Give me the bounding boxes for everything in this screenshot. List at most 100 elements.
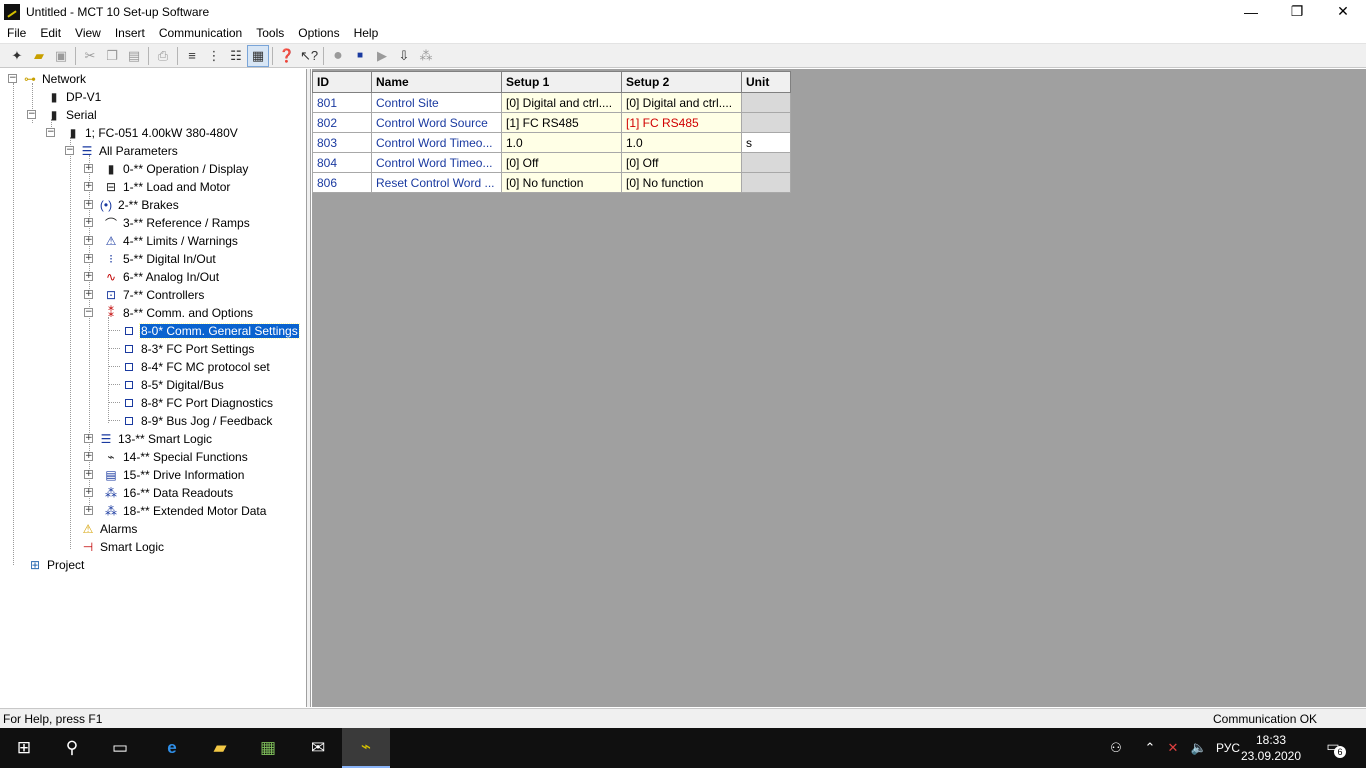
tree-node-project[interactable]: ⊞ Project xyxy=(27,556,85,574)
menu-view[interactable]: View xyxy=(68,23,108,43)
cell-setup-2-changed[interactable]: [1] FC RS485 xyxy=(621,112,742,133)
expand-toggle[interactable]: + xyxy=(84,272,93,281)
tree-node-serial[interactable]: − ▮ Serial xyxy=(27,106,98,124)
expand-toggle[interactable]: + xyxy=(84,470,93,479)
expand-toggle[interactable]: + xyxy=(84,200,93,209)
menu-file[interactable]: File xyxy=(0,23,33,43)
tree-node-subgroup[interactable]: 8-4* FC MC protocol set xyxy=(120,358,271,376)
tree-node-drive[interactable]: − ▮ 1; FC-051 4.00kW 380-480V xyxy=(46,124,239,142)
cell-setup-1[interactable]: [0] No function xyxy=(501,172,622,193)
start-button-windows-icon[interactable]: ⊞ xyxy=(0,728,48,768)
table-row[interactable]: 804 Control Word Timeo... [0] Off [0] Of… xyxy=(312,152,791,173)
paste-icon[interactable]: ▤ xyxy=(123,45,145,67)
volume-icon[interactable]: 🔈 xyxy=(1188,728,1210,768)
print-icon[interactable]: ⎙ xyxy=(152,45,174,67)
network-status-icon[interactable]: ✕ xyxy=(1162,728,1184,768)
tree-node-group[interactable]: + ⚠ 4-** Limits / Warnings xyxy=(84,232,239,250)
details-icon[interactable]: ☷ xyxy=(225,45,247,67)
tree-node-network[interactable]: − ⊶ Network xyxy=(8,70,87,88)
menu-help[interactable]: Help xyxy=(347,23,386,43)
tree-node-group[interactable]: + ▤ 15-** Drive Information xyxy=(84,466,245,484)
tree-node-dp-v1[interactable]: ▮ DP-V1 xyxy=(46,88,102,106)
mail-icon[interactable]: ✉ xyxy=(294,728,342,768)
column-header-name[interactable]: Name xyxy=(371,71,502,93)
tray-overflow-chevron-icon[interactable]: ⌃ xyxy=(1140,728,1160,768)
collapse-toggle[interactable]: − xyxy=(84,308,93,317)
menu-tools[interactable]: Tools xyxy=(249,23,291,43)
stop-icon[interactable]: ■ xyxy=(349,45,371,67)
tree-node-subgroup[interactable]: 8-8* FC Port Diagnostics xyxy=(120,394,274,412)
tree-node-smart-logic[interactable]: ⊣ Smart Logic xyxy=(80,538,165,556)
expand-toggle[interactable]: + xyxy=(84,290,93,299)
column-header-unit[interactable]: Unit xyxy=(741,71,791,93)
tree-node-subgroup[interactable]: 8-5* Digital/Bus xyxy=(120,376,225,394)
collapse-toggle[interactable]: − xyxy=(8,74,17,83)
cell-setup-1[interactable]: [1] FC RS485 xyxy=(501,112,622,133)
store-icon[interactable]: ▦ xyxy=(244,728,292,768)
tree-node-group[interactable]: + ⁝ 5-** Digital In/Out xyxy=(84,250,217,268)
tree-node-group[interactable]: + ☰ 13-** Smart Logic xyxy=(84,430,213,448)
tree-node-group[interactable]: + ∿ 6-** Analog In/Out xyxy=(84,268,220,286)
write-icon[interactable]: ⁂ xyxy=(415,45,437,67)
edge-browser-icon[interactable]: e xyxy=(148,728,196,768)
menu-communication[interactable]: Communication xyxy=(152,23,249,43)
save-icon[interactable]: ▣ xyxy=(50,45,72,67)
tree-node-group[interactable]: + ▮ 0-** Operation / Display xyxy=(84,160,249,178)
cell-setup-2[interactable]: 1.0 xyxy=(621,132,742,153)
tree-node-alarms[interactable]: ⚠ Alarms xyxy=(80,520,138,538)
tree-node-group[interactable]: + ⌒ 3-** Reference / Ramps xyxy=(84,214,251,232)
expand-toggle[interactable]: + xyxy=(84,236,93,245)
cut-icon[interactable]: ✂ xyxy=(79,45,101,67)
expand-toggle[interactable]: + xyxy=(84,434,93,443)
play-icon[interactable]: ▶ xyxy=(371,45,393,67)
tree-node-subgroup[interactable]: 8-9* Bus Jog / Feedback xyxy=(120,412,273,430)
system-clock[interactable]: 18:33 23.09.2020 xyxy=(1240,732,1302,764)
panel-splitter[interactable] xyxy=(307,69,311,707)
new-icon[interactable]: ✦ xyxy=(6,45,28,67)
tree-node-group[interactable]: − ⁑ 8-** Comm. and Options xyxy=(84,304,254,322)
tree-node-group[interactable]: + ⁂ 16-** Data Readouts xyxy=(84,484,234,502)
table-row[interactable]: 801 Control Site [0] Digital and ctrl...… xyxy=(312,92,791,113)
tree-icon[interactable]: ⋮ xyxy=(203,45,225,67)
cell-setup-2[interactable]: [0] Off xyxy=(621,152,742,173)
table-row[interactable]: 806 Reset Control Word ... [0] No functi… xyxy=(312,172,791,193)
collapse-toggle[interactable]: − xyxy=(46,128,55,137)
column-header-id[interactable]: ID xyxy=(312,71,372,93)
help-icon[interactable]: ❓ xyxy=(276,45,298,67)
expand-toggle[interactable]: + xyxy=(84,254,93,263)
tree-node-subgroup[interactable]: 8-3* FC Port Settings xyxy=(120,340,255,358)
cell-setup-1[interactable]: [0] Off xyxy=(501,152,622,173)
open-icon[interactable]: ▰ xyxy=(28,45,50,67)
read-icon[interactable]: ⇩ xyxy=(393,45,415,67)
search-icon[interactable]: ⚲ xyxy=(48,728,96,768)
table-row[interactable]: 803 Control Word Timeo... 1.0 1.0 s xyxy=(312,132,791,153)
grid-icon[interactable]: ▦ xyxy=(247,44,269,67)
menu-options[interactable]: Options xyxy=(291,23,346,43)
expand-toggle[interactable]: + xyxy=(84,182,93,191)
people-icon[interactable]: ⚇ xyxy=(1104,728,1128,768)
minimize-button[interactable]: — xyxy=(1228,0,1274,23)
menu-insert[interactable]: Insert xyxy=(108,23,152,43)
copy-icon[interactable]: ❐ xyxy=(101,45,123,67)
tree-node-all-parameters[interactable]: − ☰ All Parameters xyxy=(65,142,179,160)
expand-toggle[interactable]: + xyxy=(84,488,93,497)
maximize-button[interactable]: ❐ xyxy=(1274,0,1320,23)
notification-center-icon[interactable]: ▭ 6 xyxy=(1322,738,1346,758)
tree-node-group[interactable]: + ⁂ 18-** Extended Motor Data xyxy=(84,502,267,520)
column-header-setup-2[interactable]: Setup 2 xyxy=(621,71,742,93)
expand-toggle[interactable]: + xyxy=(84,218,93,227)
cell-setup-2[interactable]: [0] Digital and ctrl.... xyxy=(621,92,742,113)
context-help-icon[interactable]: ↖? xyxy=(298,45,320,67)
task-view-icon[interactable]: ▭ xyxy=(96,728,144,768)
expand-toggle[interactable]: + xyxy=(84,164,93,173)
cell-setup-1[interactable]: [0] Digital and ctrl.... xyxy=(501,92,622,113)
collapse-toggle[interactable]: − xyxy=(65,146,74,155)
mct10-taskbar-icon[interactable]: ⌁ xyxy=(342,728,390,768)
list-icon[interactable]: ≡ xyxy=(181,45,203,67)
file-explorer-icon[interactable]: ▰ xyxy=(196,728,244,768)
tree-node-group[interactable]: + ⊟ 1-** Load and Motor xyxy=(84,178,231,196)
column-header-setup-1[interactable]: Setup 1 xyxy=(501,71,622,93)
cell-setup-1[interactable]: 1.0 xyxy=(501,132,622,153)
expand-toggle[interactable]: + xyxy=(84,452,93,461)
connect-icon[interactable]: ● xyxy=(327,45,349,67)
